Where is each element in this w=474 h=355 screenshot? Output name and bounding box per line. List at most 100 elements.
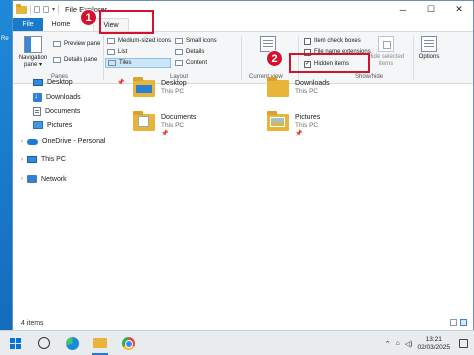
system-tray: ⌃ ⌂ ◁) 13:21 02/03/2025 [385, 331, 450, 355]
annotation-highlight-hidden-items [289, 53, 370, 73]
nav-item-documents[interactable]: Documents 📌 [33, 107, 124, 116]
nav-item-desktop[interactable]: Desktop 📌 [33, 79, 124, 86]
file-explorer-icon [93, 338, 107, 348]
expand-chevron-icon[interactable]: › [21, 176, 23, 182]
status-bar: 4 items [13, 316, 473, 330]
details-pane-label: Details pane [64, 57, 98, 63]
clock[interactable]: 13:21 02/03/2025 [417, 336, 450, 352]
folder-name: Desktop [161, 80, 187, 87]
tab-file[interactable]: File [13, 18, 43, 31]
preview-pane-button[interactable]: Preview pane [53, 40, 100, 48]
nav-item-label: Pictures [47, 121, 73, 129]
pictures-folder-icon [267, 111, 289, 131]
preview-pane-icon [53, 41, 61, 47]
show-hidden-icons-chevron-icon[interactable]: ⌃ [385, 340, 391, 348]
desktop-recycle-label[interactable]: Re [0, 36, 12, 45]
nav-item-label: Downloads [46, 94, 81, 101]
new-folder-icon[interactable] [43, 6, 49, 13]
folder-tile-downloads[interactable]: Downloads This PC [267, 77, 330, 97]
nav-item-label: This PC [41, 156, 66, 163]
desktop-folder-icon [133, 77, 155, 97]
pin-icon: 📌 [161, 131, 169, 137]
layout-medium-icons[interactable]: Medium-sized icons [107, 37, 171, 45]
hide-selected-icon [378, 36, 394, 52]
taskbar-search[interactable] [30, 331, 58, 355]
search-icon [38, 337, 50, 349]
annotation-highlight-view-tab [99, 10, 154, 34]
quick-access-toolbar: ▾ [13, 3, 60, 14]
start-button[interactable] [0, 331, 30, 355]
options-icon [421, 36, 437, 52]
navigation-pane-icon [24, 36, 42, 53]
layout-details[interactable]: Details [175, 48, 204, 56]
navigation-pane: Desktop 📌 Downloads 📌 Documents 📌 Pictur… [13, 79, 124, 316]
folder-name: Downloads [295, 80, 330, 87]
folder-location: This PC [295, 88, 319, 95]
folder-app-icon [16, 3, 27, 14]
minimize-button[interactable]: ─ [389, 1, 417, 18]
folder-tile-documents[interactable]: Documents This PC 📌 [133, 111, 197, 137]
large-icons-view-icon[interactable] [460, 319, 467, 326]
annotation-step-1: 1 [80, 9, 97, 26]
folder-tile-pictures[interactable]: Pictures This PC 📌 [267, 111, 320, 137]
documents-icon [33, 107, 41, 116]
details-pane-icon [53, 57, 61, 63]
preview-pane-label: Preview pane [64, 41, 101, 47]
customize-toolbar-chevron-icon[interactable]: ▾ [52, 6, 55, 13]
ribbon-view: Navigation pane ▾ Preview pane Details p… [13, 32, 473, 84]
annotation-step-2: 2 [266, 50, 283, 67]
layout-list[interactable]: List [107, 48, 127, 56]
onedrive-icon [27, 138, 38, 145]
hide-selected-items-button[interactable]: Hide selected items [365, 36, 407, 68]
item-check-boxes-checkbox[interactable] [304, 37, 311, 45]
nav-item-pictures[interactable]: Pictures 📌 [33, 121, 124, 129]
expand-chevron-icon[interactable]: › [21, 157, 23, 163]
taskbar-edge[interactable] [58, 331, 86, 355]
folder-location: This PC [161, 122, 185, 129]
folder-tile-desktop[interactable]: Desktop This PC [133, 77, 187, 97]
nav-item-label: Network [41, 175, 67, 183]
layout-small-icons[interactable]: Small icons [175, 37, 217, 45]
nav-item-downloads[interactable]: Downloads 📌 [33, 91, 124, 102]
taskbar-chrome[interactable] [114, 331, 142, 355]
details-icon [175, 49, 183, 55]
notifications-icon[interactable] [459, 339, 468, 348]
clock-date: 02/03/2025 [417, 343, 450, 351]
details-view-icon[interactable] [450, 319, 457, 326]
nav-item-onedrive[interactable]: › OneDrive - Personal [21, 138, 105, 145]
item-check-boxes-label: Item check boxes [314, 38, 361, 44]
tab-home[interactable]: Home [43, 18, 79, 31]
downloads-folder-icon [267, 77, 289, 97]
volume-icon[interactable]: ◁) [405, 340, 413, 348]
layout-content[interactable]: Content [175, 59, 207, 67]
item-check-boxes-option[interactable]: Item check boxes [304, 37, 361, 45]
window-controls: ─ ☐ ✕ [389, 1, 473, 18]
folder-name: Documents [161, 114, 197, 121]
medium-icons-icon [107, 38, 115, 44]
downloads-icon [33, 91, 42, 102]
file-list: Desktop This PC Downloads This PC Docume… [117, 77, 473, 316]
expand-chevron-icon[interactable]: › [21, 139, 23, 145]
windows-logo-icon [9, 337, 21, 349]
network-tray-icon[interactable]: ⌂ [396, 340, 400, 347]
taskbar-file-explorer[interactable] [86, 331, 114, 355]
close-button[interactable]: ✕ [445, 1, 473, 18]
nav-item-label: Desktop [47, 79, 73, 86]
file-explorer-window: ▾ File Explorer ─ ☐ ✕ File Home View Nav… [12, 0, 474, 330]
layout-tiles[interactable]: Tiles [105, 58, 171, 68]
clock-time: 13:21 [425, 335, 442, 343]
tiles-icon [108, 60, 116, 66]
content-icon [175, 60, 183, 66]
chrome-icon [121, 336, 135, 350]
list-icon [107, 49, 115, 55]
folder-location: This PC [161, 88, 185, 95]
properties-icon[interactable] [34, 6, 40, 13]
layout-medium-icons-label: Medium-sized icons [118, 38, 172, 44]
pin-icon: 📌 [295, 131, 303, 137]
details-pane-button[interactable]: Details pane [53, 56, 97, 64]
options-button[interactable]: Options [416, 36, 442, 61]
nav-item-this-pc[interactable]: › This PC [21, 156, 66, 163]
navigation-pane-button[interactable]: Navigation pane ▾ [17, 36, 49, 69]
maximize-button[interactable]: ☐ [417, 1, 445, 18]
nav-item-network[interactable]: › Network [21, 175, 67, 183]
